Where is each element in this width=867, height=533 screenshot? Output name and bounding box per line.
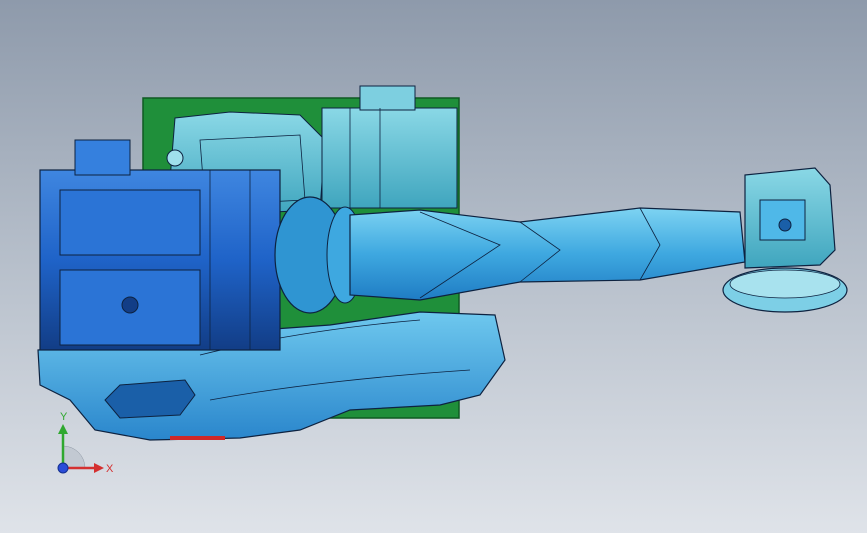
x-axis-arrow	[94, 463, 104, 473]
upper-arm[interactable]	[349, 207, 746, 301]
axis-triad: Y X	[57, 411, 114, 475]
y-axis-label: Y	[60, 411, 68, 423]
x-axis-label: X	[106, 463, 114, 475]
cad-viewport[interactable]: Y X	[0, 0, 867, 533]
main-motor-block[interactable]	[39, 139, 281, 351]
y-axis-arrow	[58, 424, 68, 434]
z-axis-dot	[57, 462, 69, 474]
robot-arm-model[interactable]	[0, 0, 867, 533]
